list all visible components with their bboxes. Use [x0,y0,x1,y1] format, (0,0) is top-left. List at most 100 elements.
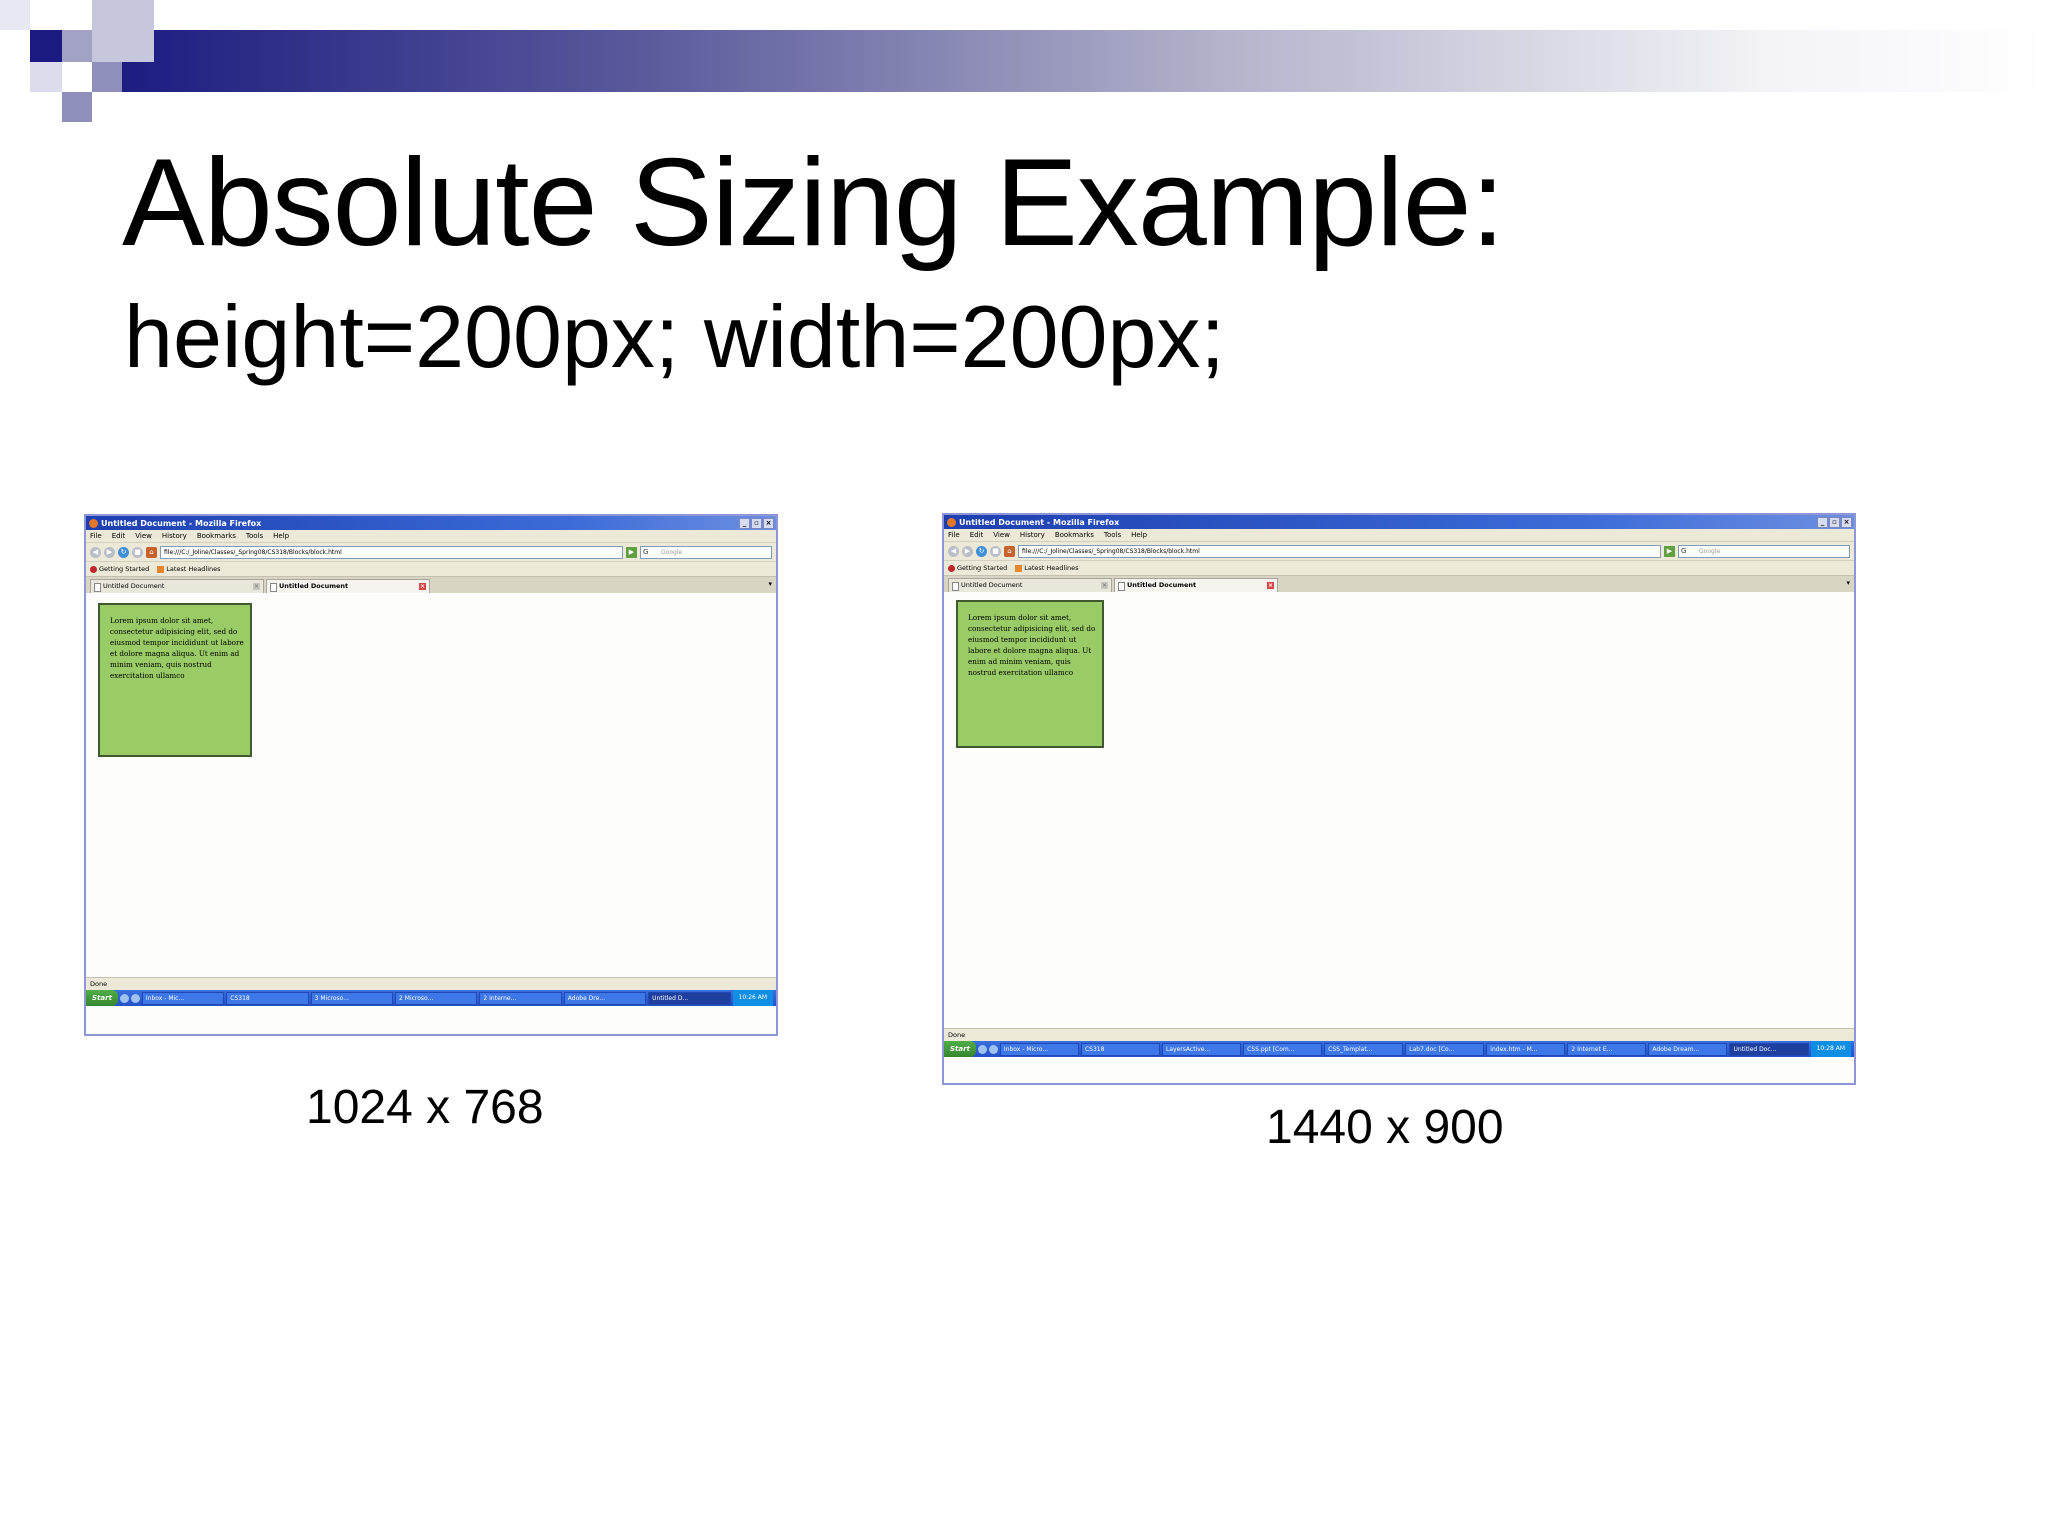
url-bar[interactable]: file:///C:/_Joline/Classes/_Spring08/CS3… [1018,544,1661,558]
tab-close-icon[interactable]: × [1101,582,1108,589]
menu-view[interactable]: View [135,532,152,540]
quick-launch-icon[interactable] [988,1044,998,1054]
taskbar-item-active[interactable]: Untitled D... [648,991,731,1005]
taskbar-item[interactable]: Lab7.doc [Co... [1405,1042,1485,1056]
bookmark-getting-started[interactable]: Getting Started [948,564,1007,572]
browser-screenshot-1024: Untitled Document - Mozilla Firefox _ ▫ … [84,514,778,1036]
browser-screenshot-1440: Untitled Document - Mozilla Firefox _ ▫ … [942,513,1856,1085]
go-icon[interactable]: ▶ [626,546,637,558]
bookmark-label: Latest Headlines [166,565,221,573]
document-icon [94,583,101,592]
tab-untitled-document-active[interactable]: Untitled Document × [266,579,430,593]
tab-untitled-document-active[interactable]: Untitled Document × [1114,578,1278,592]
menu-edit[interactable]: Edit [970,531,984,539]
tab-label: Untitled Document [961,581,1023,589]
search-engine-icon: G [1681,546,1687,555]
tab-list-icon[interactable]: ▾ [1846,579,1850,587]
menu-file[interactable]: File [948,531,960,539]
firefox-icon [947,517,956,527]
taskbar-item[interactable]: CS318 [226,991,309,1005]
window-title: Untitled Document - Mozilla Firefox [959,517,1120,527]
taskbar-item[interactable]: CSS.ppt [Com... [1243,1042,1323,1056]
window-title: Untitled Document - Mozilla Firefox [101,518,262,528]
back-icon[interactable]: ◀ [90,546,101,558]
bookmarks-toolbar: Getting Started Latest Headlines [944,560,1854,575]
firefox-bookmark-icon [90,565,97,573]
rss-icon [157,565,165,573]
restore-icon[interactable]: ▫ [1829,516,1840,528]
menu-tools[interactable]: Tools [1104,531,1121,539]
start-button[interactable]: Start [86,990,118,1006]
bookmark-latest-headlines[interactable]: Latest Headlines [1015,564,1079,572]
menu-tools[interactable]: Tools [246,532,263,540]
bookmark-getting-started[interactable]: Getting Started [90,565,149,573]
search-input[interactable]: G Google [640,545,772,559]
taskbar-item[interactable]: LayersActive... [1162,1042,1242,1056]
taskbar-item[interactable]: 2 Internet E... [1567,1042,1647,1056]
forward-icon[interactable]: ▶ [962,545,973,557]
system-tray-clock: 10:28 AM [1810,1041,1852,1057]
navigation-toolbar: ◀ ▶ ↻ ■ ⌂ file:///C:/_Joline/Classes/_Sp… [86,542,776,561]
tab-close-icon[interactable]: × [419,583,426,590]
menu-history[interactable]: History [1020,531,1045,539]
tab-untitled-document[interactable]: Untitled Document × [90,579,264,593]
home-icon[interactable]: ⌂ [146,546,157,558]
page-content: Lorem ipsum dolor sit amet, consectetur … [86,593,776,977]
slide-subtitle: height=200px; width=200px; [124,287,1225,386]
taskbar-item[interactable]: 2 Microso... [395,991,478,1005]
bookmark-latest-headlines[interactable]: Latest Headlines [157,565,221,573]
tab-list-icon[interactable]: ▾ [768,580,772,588]
stop-icon[interactable]: ■ [132,546,143,558]
resolution-caption-1440: 1440 x 900 [1266,1101,1504,1154]
taskbar-item[interactable]: 3 Microso... [310,991,394,1005]
system-tray-clock: 10:26 AM [732,990,774,1006]
taskbar-item[interactable]: index.htm - M... [1486,1042,1566,1056]
menu-help[interactable]: Help [1131,531,1147,539]
tab-label: Untitled Document [103,582,165,590]
taskbar-item[interactable]: 2 Interne... [479,991,562,1005]
menu-view[interactable]: View [993,531,1010,539]
close-icon[interactable]: × [1841,516,1852,528]
stop-icon[interactable]: ■ [990,545,1001,557]
menu-bookmarks[interactable]: Bookmarks [1055,531,1094,539]
menu-edit[interactable]: Edit [112,532,126,540]
search-input[interactable]: G Google [1678,544,1850,558]
menu-bookmarks[interactable]: Bookmarks [197,532,236,540]
bookmarks-toolbar: Getting Started Latest Headlines [86,561,776,576]
tab-strip: Untitled Document × Untitled Document × … [944,575,1854,592]
header-gradient-bar [100,30,2048,92]
minimize-icon[interactable]: _ [1817,516,1828,528]
restore-icon[interactable]: ▫ [751,517,762,529]
back-icon[interactable]: ◀ [948,545,959,557]
home-icon[interactable]: ⌂ [1004,545,1015,557]
taskbar-item[interactable]: Adobe Dre... [563,991,647,1005]
quick-launch-icon[interactable] [130,993,140,1003]
window-titlebar: Untitled Document - Mozilla Firefox _ ▫ … [86,516,776,530]
bookmark-label: Latest Headlines [1024,564,1079,572]
reload-icon[interactable]: ↻ [118,546,129,558]
quick-launch-icon[interactable] [977,1044,987,1054]
quick-launch-icon[interactable] [119,993,129,1003]
start-button[interactable]: Start [944,1041,976,1057]
go-icon[interactable]: ▶ [1664,545,1675,557]
taskbar-item-active[interactable]: Untitled Doc... [1729,1042,1809,1056]
tab-label: Untitled Document [279,582,349,590]
tab-close-icon[interactable]: × [253,583,260,590]
close-icon[interactable]: × [763,517,774,529]
taskbar-item[interactable]: Adobe Dream... [1648,1042,1728,1056]
taskbar-item[interactable]: CS318 [1080,1042,1161,1056]
tab-close-icon[interactable]: × [1267,582,1274,589]
forward-icon[interactable]: ▶ [104,546,115,558]
taskbar-item[interactable]: CSS_Templat... [1324,1042,1404,1056]
reload-icon[interactable]: ↻ [976,545,987,557]
menu-help[interactable]: Help [273,532,289,540]
minimize-icon[interactable]: _ [739,517,750,529]
tab-untitled-document[interactable]: Untitled Document × [948,578,1112,592]
menu-bar: File Edit View History Bookmarks Tools H… [86,530,776,542]
taskbar-item[interactable]: Inbox - Mic... [141,991,225,1005]
taskbar-item[interactable]: Inbox - Micro... [999,1042,1079,1056]
decor-square [62,92,92,122]
menu-file[interactable]: File [90,532,102,540]
menu-history[interactable]: History [162,532,187,540]
url-bar[interactable]: file:///C:/_Joline/Classes/_Spring08/CS3… [160,545,623,559]
